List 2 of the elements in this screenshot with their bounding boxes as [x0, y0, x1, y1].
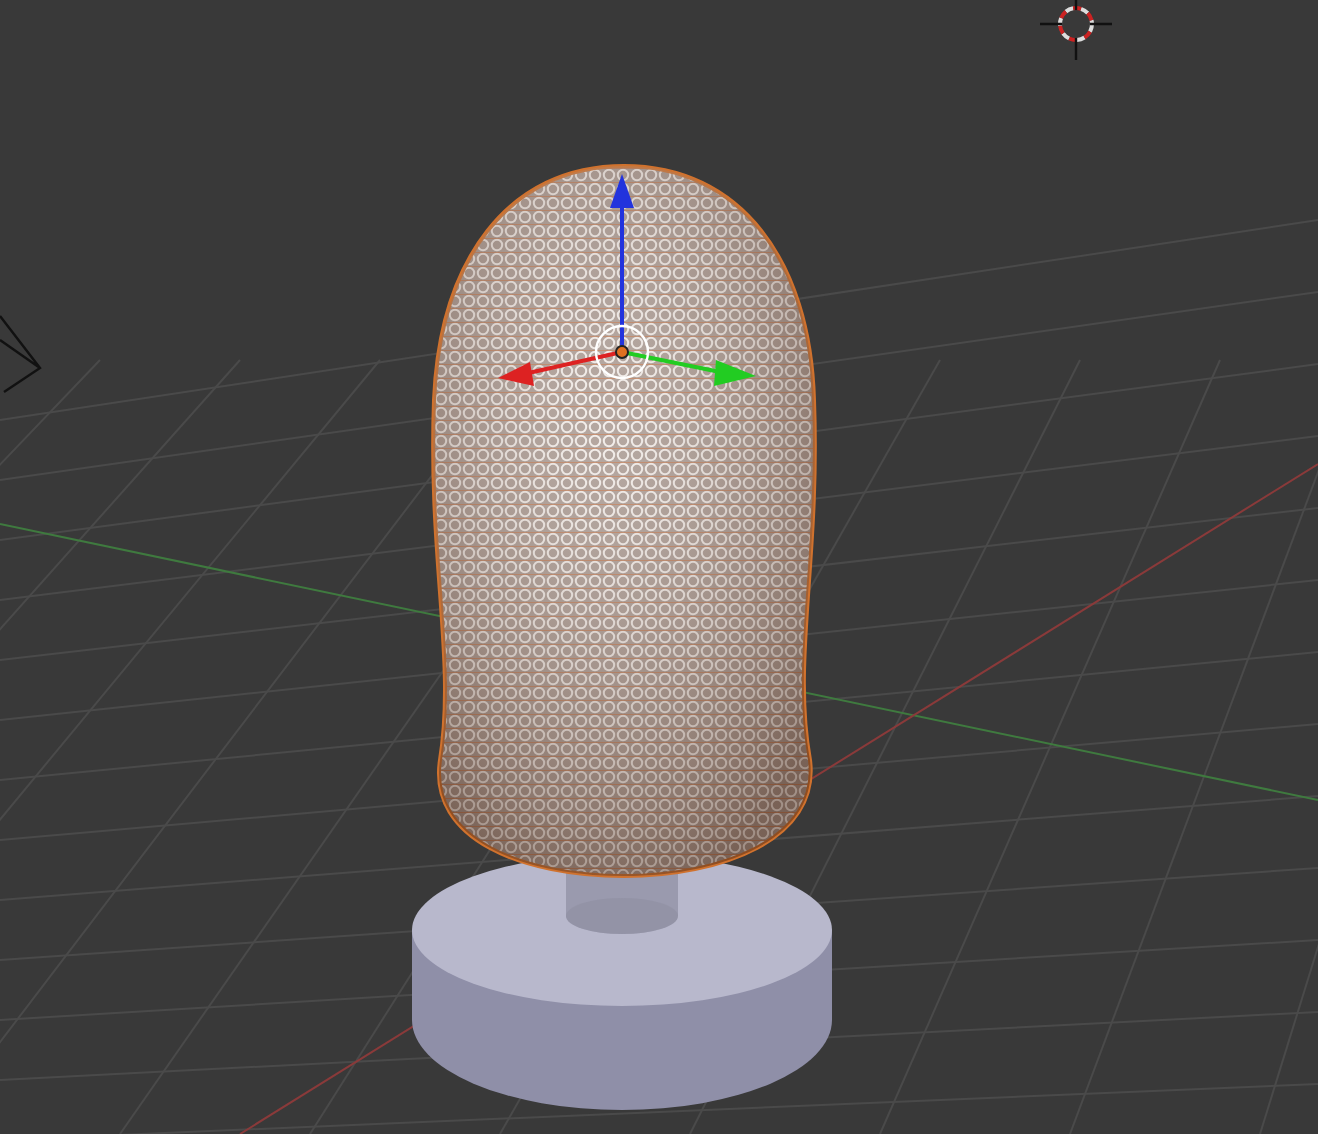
camera-drawing: [0, 314, 42, 394]
cursor-icon: [1038, 0, 1114, 62]
